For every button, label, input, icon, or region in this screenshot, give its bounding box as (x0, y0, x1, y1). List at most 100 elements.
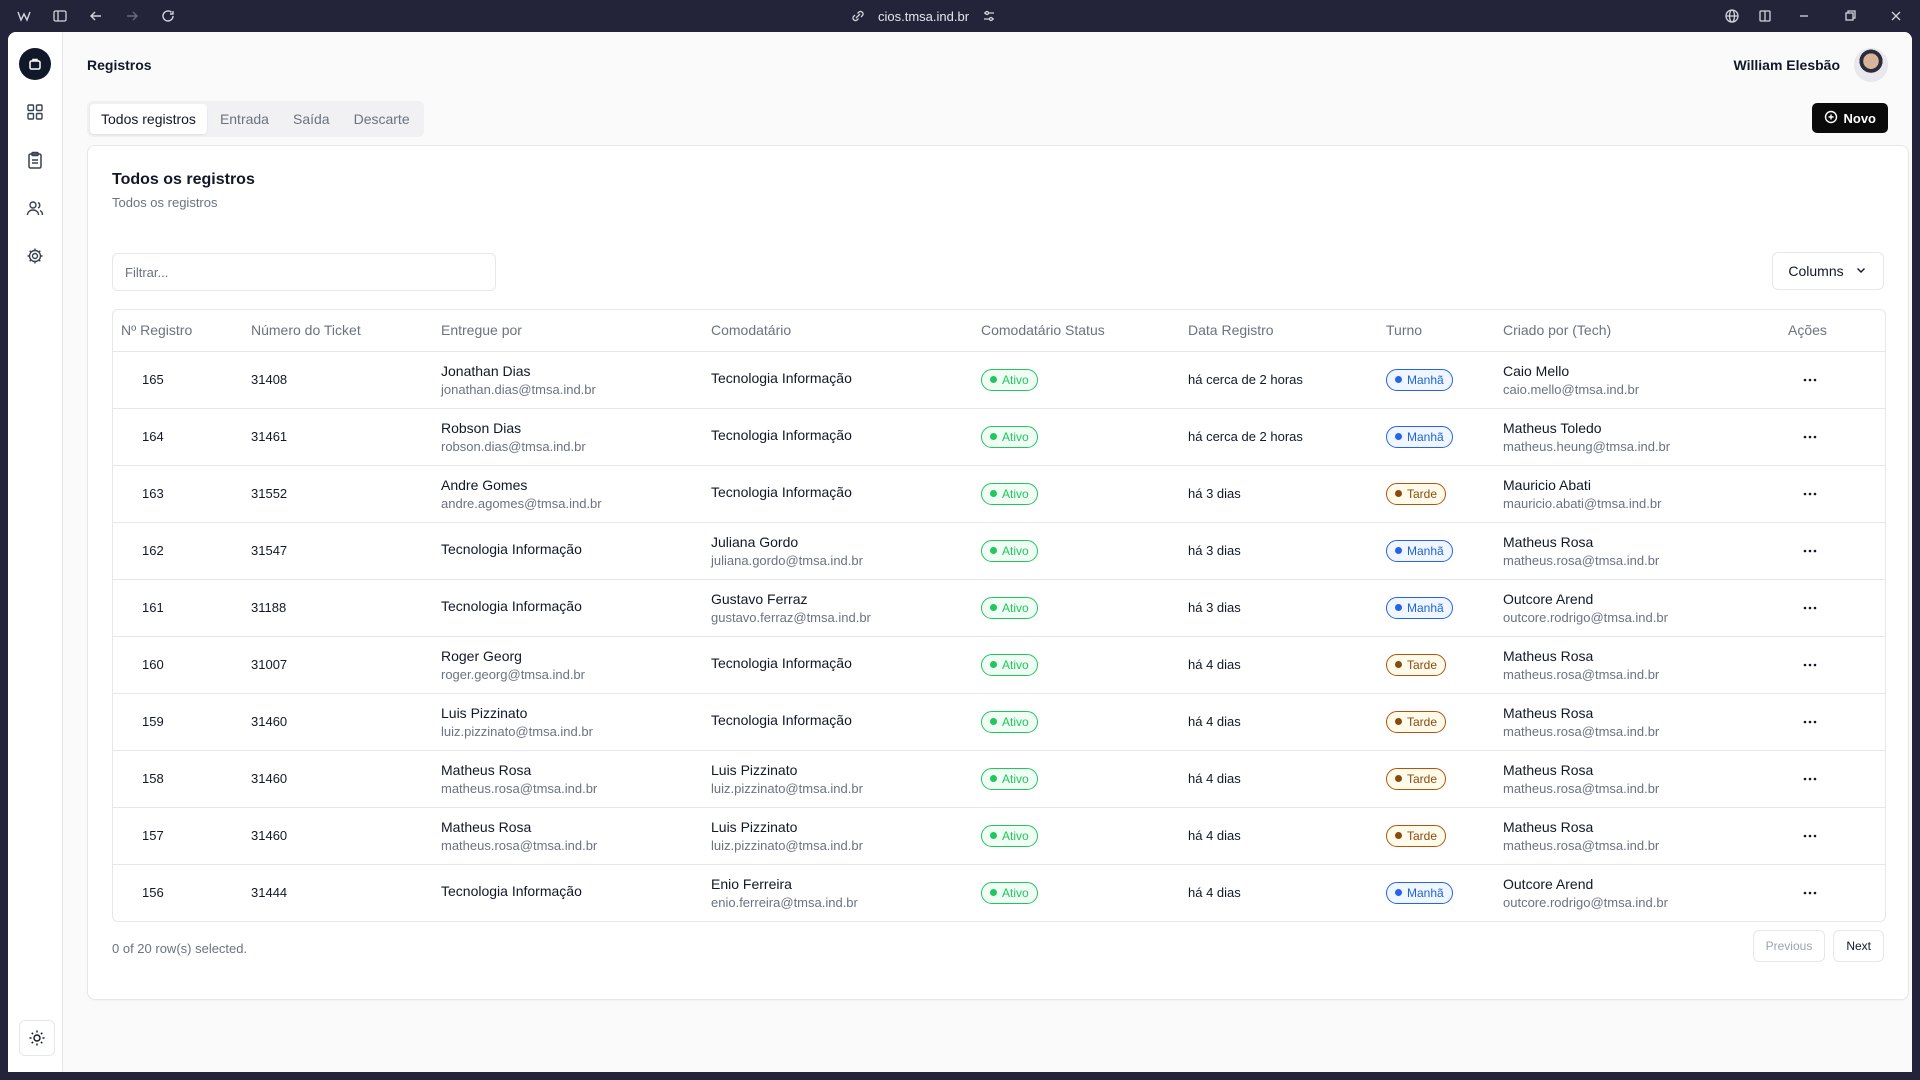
header-comodatario[interactable]: Comodatário (703, 310, 973, 352)
status-label: Ativo (1002, 486, 1029, 501)
criado-name: Mauricio Abati (1503, 476, 1591, 493)
filter-input[interactable] (112, 253, 496, 291)
tab-todos-registros[interactable]: Todos registros (90, 104, 207, 134)
status-cell: Ativo (973, 579, 1180, 637)
turno-dot-icon (1395, 832, 1402, 839)
card-subtitle: Todos os registros (112, 195, 218, 210)
reload-icon[interactable] (160, 8, 176, 24)
table-row[interactable]: 164 31461 Robson Dias robson.dias@tmsa.ind.… (113, 408, 1885, 466)
more-actions-icon[interactable] (1794, 423, 1826, 451)
avatar[interactable] (1854, 48, 1888, 82)
criado-name: Caio Mello (1503, 362, 1570, 379)
table-row[interactable]: 162 31547 Tecnologia Informação Juliana Gor… (113, 522, 1885, 580)
table-row[interactable]: 160 31007 Roger Georg roger.georg@tmsa.ind.… (113, 636, 1885, 694)
registro-cell: 156 (142, 885, 164, 901)
pagination: Previous Next (1752, 930, 1884, 962)
ticket-cell: 31460 (243, 750, 433, 808)
close-icon[interactable] (1888, 8, 1904, 24)
more-actions-icon[interactable] (1794, 594, 1826, 622)
table-body: 165 31408 Jonathan Dias jonathan.dias@tmsa.… (113, 351, 1885, 921)
status-dot-icon (990, 832, 997, 839)
sidebar-toggle-icon[interactable] (52, 8, 68, 24)
restore-icon[interactable] (1842, 8, 1858, 24)
more-actions-icon[interactable] (1794, 537, 1826, 565)
criado-cell: Matheus Rosa matheus.rosa@tmsa.ind.br (1495, 693, 1780, 751)
header-entregue[interactable]: Entregue por (433, 310, 703, 352)
status-cell: Ativo (973, 807, 1180, 865)
site-settings-icon[interactable] (981, 8, 997, 24)
entregue-email: roger.georg@tmsa.ind.br (441, 666, 585, 682)
header-acoes: Ações (1780, 310, 1885, 352)
entregue-cell: Jonathan Dias jonathan.dias@tmsa.ind.br (433, 351, 703, 409)
card-title: Todos os registros (112, 171, 255, 188)
user-menu[interactable]: William Elesbão (1734, 48, 1888, 82)
new-record-button[interactable]: Novo (1811, 103, 1888, 133)
registro-cell: 159 (113, 693, 243, 751)
actions-cell (1780, 351, 1885, 409)
turno-cell: Manhã (1378, 579, 1495, 637)
table-row[interactable]: 159 31460 Luis Pizzinato luiz.pizzinato@tms… (113, 693, 1885, 751)
data-cell: há 4 dias (1180, 693, 1378, 751)
split-view-icon[interactable] (1757, 8, 1773, 24)
table-row[interactable]: 158 31460 Matheus Rosa matheus.rosa@tmsa.in… (113, 750, 1885, 808)
header-criado[interactable]: Criado por (Tech) (1495, 310, 1780, 352)
status-dot-icon (990, 433, 997, 440)
status-badge: Ativo (981, 482, 1038, 505)
forward-arrow-icon[interactable] (124, 8, 140, 24)
theme-toggle-icon[interactable] (19, 1020, 55, 1056)
header-registro[interactable]: Nº Registro (113, 310, 243, 352)
table-row[interactable]: 165 31408 Jonathan Dias jonathan.dias@tmsa.… (113, 351, 1885, 409)
table-row[interactable]: 161 31188 Tecnologia Informação Gustavo Fer… (113, 579, 1885, 637)
turno-dot-icon (1395, 490, 1402, 497)
more-actions-icon[interactable] (1794, 480, 1826, 508)
turno-label: Tarde (1407, 486, 1438, 501)
data-cell: há 3 dias (1180, 579, 1378, 637)
status-badge: Ativo (981, 710, 1038, 733)
more-actions-icon[interactable] (1794, 879, 1826, 907)
comodatario-email: juliana.gordo@tmsa.ind.br (711, 552, 863, 568)
turno-cell: Manhã (1378, 408, 1495, 466)
previous-button[interactable]: Previous (1752, 930, 1826, 962)
tab-descarte[interactable]: Descarte (343, 104, 421, 134)
comodatario-name: Luis Pizzinato (711, 818, 798, 835)
more-actions-icon[interactable] (1794, 366, 1826, 394)
turno-cell: Manhã (1378, 522, 1495, 580)
app-logo-icon[interactable] (19, 48, 51, 80)
users-icon[interactable] (19, 192, 51, 224)
header-turno[interactable]: Turno (1378, 310, 1495, 352)
globe-icon[interactable] (1724, 8, 1740, 24)
minimize-icon[interactable] (1796, 8, 1812, 24)
ticket-cell: 31408 (243, 351, 433, 409)
clipboard-icon[interactable] (19, 144, 51, 176)
columns-button[interactable]: Columns (1772, 252, 1884, 290)
tab-saida[interactable]: Saída (282, 104, 341, 134)
status-dot-icon (990, 661, 997, 668)
more-actions-icon[interactable] (1794, 708, 1826, 736)
gear-icon[interactable] (19, 240, 51, 272)
status-label: Ativo (1002, 429, 1029, 444)
criado-name: Matheus Toledo (1503, 419, 1602, 436)
header-status[interactable]: Comodatário Status (973, 310, 1180, 352)
address-bar[interactable]: cios.tmsa.ind.br (850, 6, 1070, 26)
header-data[interactable]: Data Registro (1180, 310, 1378, 352)
criado-email: matheus.rosa@tmsa.ind.br (1503, 552, 1660, 568)
back-arrow-icon[interactable] (88, 8, 104, 24)
header-ticket[interactable]: Número do Ticket (243, 310, 433, 352)
more-actions-icon[interactable] (1794, 651, 1826, 679)
status-badge: Ativo (981, 653, 1038, 676)
table-row[interactable]: 156 31444 Tecnologia Informação Enio Ferrei… (113, 864, 1885, 921)
next-button[interactable]: Next (1833, 930, 1884, 962)
entregue-name: Robson Dias (441, 419, 522, 436)
more-actions-icon[interactable] (1794, 765, 1826, 793)
table-row[interactable]: 163 31552 Andre Gomes andre.agomes@tmsa.ind… (113, 465, 1885, 523)
criado-name: Matheus Rosa (1503, 533, 1594, 550)
more-actions-icon[interactable] (1794, 822, 1826, 850)
comodatario-cell: Juliana Gordo juliana.gordo@tmsa.ind.br (703, 522, 973, 580)
actions-cell (1780, 864, 1885, 921)
tab-entrada[interactable]: Entrada (209, 104, 280, 134)
table-row[interactable]: 157 31460 Matheus Rosa matheus.rosa@tmsa.in… (113, 807, 1885, 865)
dashboard-icon[interactable] (19, 96, 51, 128)
browser-logo-icon[interactable] (16, 8, 32, 24)
turno-badge: Manhã (1386, 881, 1453, 904)
entregue-email: matheus.rosa@tmsa.ind.br (441, 837, 598, 853)
